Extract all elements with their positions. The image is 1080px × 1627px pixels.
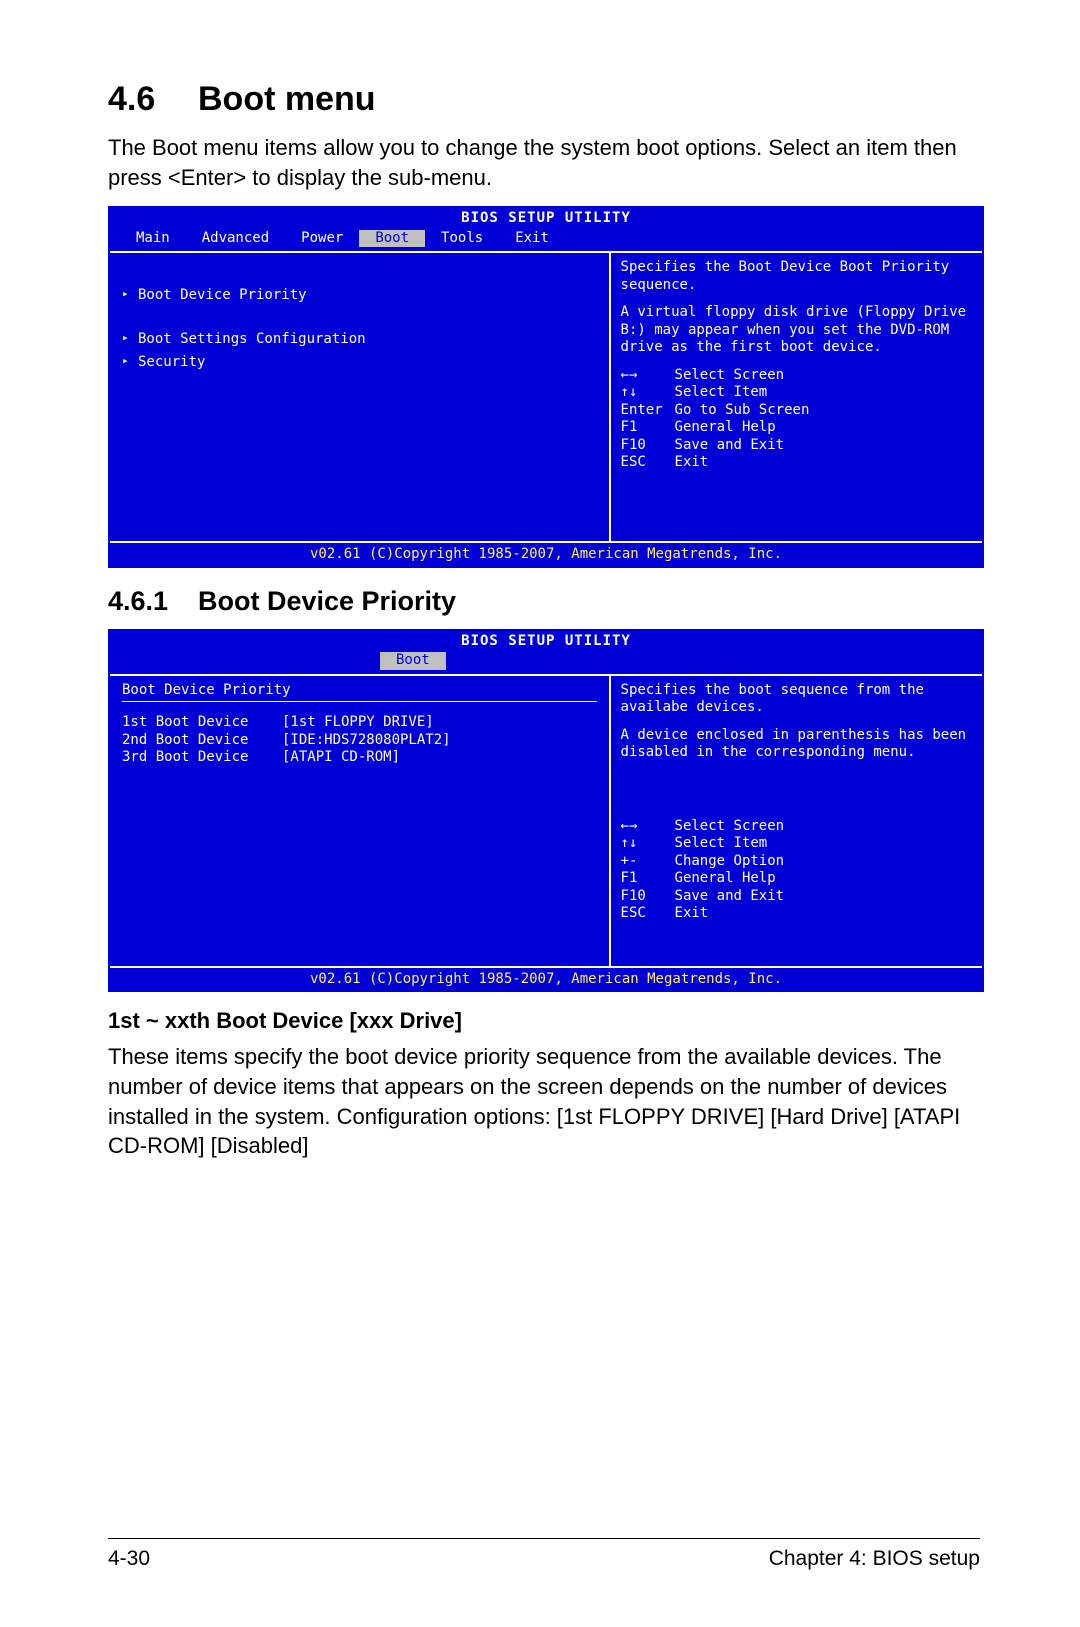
bios-item-label: Security — [138, 354, 205, 372]
bios-option-value: [ATAPI CD-ROM] — [282, 749, 400, 767]
item-body-text: These items specify the boot device prio… — [108, 1042, 980, 1161]
bios-help-text-1: Specifies the boot sequence from the ava… — [621, 682, 972, 717]
bios-key-row: EnterGo to Sub Screen — [621, 402, 972, 420]
bios-main-panel: ▸ Boot Device Priority ▸ Boot Settings C… — [110, 253, 611, 543]
bios-main-panel: Boot Device Priority 1st Boot Device [1s… — [110, 676, 611, 968]
intro-paragraph: The Boot menu items allow you to change … — [108, 133, 980, 192]
bios-key-row: ESCExit — [621, 905, 972, 923]
bios-footer: v02.61 (C)Copyright 1985-2007, American … — [110, 968, 982, 991]
bios-tab-exit[interactable]: Exit — [499, 230, 565, 248]
subsection-title-text: Boot Device Priority — [198, 586, 456, 616]
subsection-heading: 4.6.1Boot Device Priority — [108, 586, 980, 617]
bios-key: +- — [621, 853, 675, 871]
bios-key: F1 — [621, 419, 675, 437]
bios-title: BIOS SETUP UTILITY — [110, 208, 982, 230]
bios-option-label: 3rd Boot Device — [122, 749, 282, 767]
bios-help-text-2: A virtual floppy disk drive (Floppy Driv… — [621, 304, 972, 357]
bios-screen-boot-menu: BIOS SETUP UTILITY Main Advanced Power B… — [108, 206, 984, 568]
bios-key-desc: Save and Exit — [675, 437, 785, 455]
bios-item-boot-settings-configuration[interactable]: ▸ Boot Settings Configuration — [122, 331, 597, 349]
bios-key-desc: General Help — [675, 419, 776, 437]
bios-item-security[interactable]: ▸ Security — [122, 354, 597, 372]
bios-key: Enter — [621, 402, 675, 420]
bios-key-row: F10Save and Exit — [621, 437, 972, 455]
bios-key-row: F10Save and Exit — [621, 888, 972, 906]
bios-key-desc: Select Item — [675, 384, 768, 402]
bios-key-desc: Go to Sub Screen — [675, 402, 810, 420]
bios-key-row: ESCExit — [621, 454, 972, 472]
bios-help-panel: Specifies the Boot Device Boot Priority … — [611, 253, 982, 543]
bios-tab-advanced[interactable]: Advanced — [186, 230, 285, 248]
bios-help-text-1: Specifies the Boot Device Boot Priority … — [621, 259, 972, 294]
chapter-label: Chapter 4: BIOS setup — [769, 1547, 980, 1571]
bios-key-row: ←→Select Screen — [621, 818, 972, 836]
page-number: 4-30 — [108, 1547, 150, 1571]
page-footer: 4-30 Chapter 4: BIOS setup — [108, 1538, 980, 1571]
bios-screen-boot-device-priority: BIOS SETUP UTILITY Boot Boot Device Prio… — [108, 629, 984, 993]
bios-key: ↑↓ — [621, 384, 675, 402]
bios-key-desc: Select Screen — [675, 818, 785, 836]
bios-item-label: Boot Device Priority — [138, 287, 307, 305]
chevron-right-icon: ▸ — [122, 331, 138, 345]
bios-key-row: +-Change Option — [621, 853, 972, 871]
bios-key-desc: Save and Exit — [675, 888, 785, 906]
bios-key: F1 — [621, 870, 675, 888]
bios-key-row: F1General Help — [621, 419, 972, 437]
bios-key: ←→ — [621, 818, 675, 836]
bios-key-desc: Select Item — [675, 835, 768, 853]
bios-key: F10 — [621, 888, 675, 906]
bios-key-legend: ←→Select Screen ↑↓Select Item +-Change O… — [621, 818, 972, 923]
bios-key-row: ↑↓Select Item — [621, 835, 972, 853]
bios-title: BIOS SETUP UTILITY — [110, 631, 982, 653]
bios-key-row: F1General Help — [621, 870, 972, 888]
bios-item-boot-device-priority[interactable]: ▸ Boot Device Priority — [122, 287, 597, 305]
item-heading: 1st ~ xxth Boot Device [xxx Drive] — [108, 1008, 980, 1034]
bios-section-title: Boot Device Priority — [122, 682, 597, 703]
bios-key: ↑↓ — [621, 835, 675, 853]
bios-key: F10 — [621, 437, 675, 455]
bios-option-label: 1st Boot Device — [122, 714, 282, 732]
bios-key-desc: Select Screen — [675, 367, 785, 385]
bios-option-3rd-boot-device[interactable]: 3rd Boot Device [ATAPI CD-ROM] — [122, 749, 597, 767]
bios-tab-tools[interactable]: Tools — [425, 230, 499, 248]
section-title-text: Boot menu — [198, 80, 376, 118]
bios-tab-bar: Main Advanced Power Boot Tools Exit — [110, 230, 982, 252]
bios-key: ←→ — [621, 367, 675, 385]
subsection-number: 4.6.1 — [108, 586, 198, 617]
chevron-right-icon: ▸ — [122, 354, 138, 368]
bios-key-desc: Exit — [675, 905, 709, 923]
bios-tab-boot[interactable]: Boot — [380, 652, 446, 670]
bios-key-desc: Exit — [675, 454, 709, 472]
bios-key: ESC — [621, 454, 675, 472]
section-heading: 4.6Boot menu — [108, 80, 980, 119]
bios-key-legend: ←→Select Screen ↑↓Select Item EnterGo to… — [621, 367, 972, 472]
bios-tab-power[interactable]: Power — [285, 230, 359, 248]
bios-key-desc: Change Option — [675, 853, 785, 871]
section-number: 4.6 — [108, 80, 198, 119]
bios-item-label: Boot Settings Configuration — [138, 331, 366, 349]
bios-option-value: [1st FLOPPY DRIVE] — [282, 714, 434, 732]
bios-help-text-2: A device enclosed in parenthesis has bee… — [621, 727, 972, 762]
bios-tab-boot[interactable]: Boot — [359, 230, 425, 248]
bios-key-row: ↑↓Select Item — [621, 384, 972, 402]
bios-option-2nd-boot-device[interactable]: 2nd Boot Device [IDE:HDS728080PLAT2] — [122, 732, 597, 750]
bios-footer: v02.61 (C)Copyright 1985-2007, American … — [110, 543, 982, 566]
bios-option-1st-boot-device[interactable]: 1st Boot Device [1st FLOPPY DRIVE] — [122, 714, 597, 732]
bios-key-desc: General Help — [675, 870, 776, 888]
chevron-right-icon: ▸ — [122, 287, 138, 301]
bios-help-panel: Specifies the boot sequence from the ava… — [611, 676, 982, 968]
bios-option-value: [IDE:HDS728080PLAT2] — [282, 732, 451, 750]
bios-option-label: 2nd Boot Device — [122, 732, 282, 750]
bios-key: ESC — [621, 905, 675, 923]
bios-key-row: ←→Select Screen — [621, 367, 972, 385]
bios-tab-bar: Boot — [110, 652, 982, 674]
bios-tab-main[interactable]: Main — [120, 230, 186, 248]
